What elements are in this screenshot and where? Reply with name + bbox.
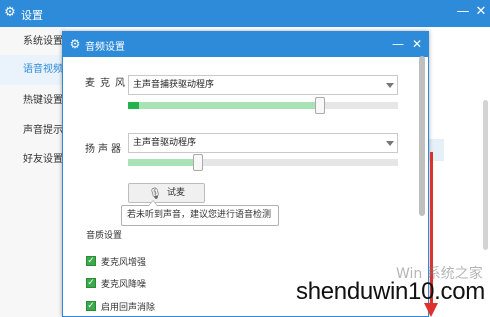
microphone-device-value: 主声音捕获驱动程序 xyxy=(133,80,215,90)
quality-heading: 音质设置 xyxy=(86,231,123,241)
sidebar-item-voice-video[interactable]: 语音视频 xyxy=(0,55,65,85)
audio-settings-dialog: ⚙ 音频设置 — ✕ 麦克风 主声音捕获驱动程序 扬声器 主声音驱动程序 🎙 试… xyxy=(62,31,429,317)
watermark: shenduwin10.com xyxy=(296,278,485,305)
microphone-level-indicator xyxy=(128,102,139,109)
microphone-volume-knob[interactable] xyxy=(314,97,325,114)
dialog-title: 音频设置 xyxy=(85,42,125,53)
sidebar-item-hotkeys[interactable]: 热键设置 xyxy=(0,86,65,116)
sidebar-item-system[interactable]: 系统设置 xyxy=(0,27,65,57)
check-icon[interactable]: ✓ xyxy=(86,256,96,266)
test-microphone-label: 试麦 xyxy=(167,188,186,198)
settings-titlebar: ⚙ 设置 — ✕ xyxy=(0,0,490,27)
check-icon[interactable]: ✓ xyxy=(86,278,96,288)
gear-icon: ⚙ xyxy=(69,37,81,51)
microphone-volume-slider[interactable] xyxy=(128,97,398,114)
checkbox-mic-noise-reduction[interactable]: ✓ 麦克风降噪 xyxy=(86,275,146,291)
checkbox-label: 麦克风降噪 xyxy=(101,279,147,290)
sidebar-item-sound-alerts[interactable]: 声音提示 xyxy=(0,116,65,146)
voice-check-tooltip: 若未听到声音，建议您进行语音检测 xyxy=(121,200,279,226)
settings-sidebar: 系统设置 语音视频 热键设置 声音提示 好友设置 xyxy=(0,27,65,317)
test-microphone-button[interactable]: 🎙 试麦 xyxy=(128,183,205,203)
checkbox-label: 麦克风增强 xyxy=(101,257,147,268)
speaker-device-value: 主声音驱动程序 xyxy=(133,138,197,148)
chevron-down-icon xyxy=(386,141,394,146)
settings-scrollbar[interactable] xyxy=(483,100,488,250)
tooltip-pointer-inner xyxy=(149,201,157,206)
dialog-close-icon[interactable]: ✕ xyxy=(409,35,425,53)
dialog-scrollbar[interactable] xyxy=(419,56,425,216)
checkbox-echo-cancel[interactable]: ✓ 启用回声消除 xyxy=(86,298,155,314)
speaker-select[interactable]: 主声音驱动程序 xyxy=(128,133,398,153)
speaker-volume-knob[interactable] xyxy=(193,154,204,171)
speaker-label: 扬声器 xyxy=(85,144,124,155)
speaker-volume-slider[interactable] xyxy=(128,154,398,171)
microphone-select[interactable]: 主声音捕获驱动程序 xyxy=(128,75,398,95)
checkbox-mic-boost[interactable]: ✓ 麦克风增强 xyxy=(86,253,146,269)
sidebar-item-friends[interactable]: 好友设置 xyxy=(0,145,65,175)
check-icon[interactable]: ✓ xyxy=(86,301,96,311)
settings-title: 设置 xyxy=(21,9,43,22)
microphone-volume-fill xyxy=(128,102,320,109)
dialog-minimize-icon[interactable]: — xyxy=(390,35,406,53)
chevron-down-icon xyxy=(386,83,394,88)
checkbox-label: 启用回声消除 xyxy=(101,302,156,313)
gear-icon: ⚙ xyxy=(4,5,16,20)
minimize-icon[interactable]: — xyxy=(455,4,471,20)
speaker-volume-fill xyxy=(128,159,199,166)
tooltip-text: 若未听到声音，建议您进行语音检测 xyxy=(127,210,272,220)
dialog-titlebar: ⚙ 音频设置 — ✕ xyxy=(63,32,428,57)
microphone-label: 麦克风 xyxy=(85,78,130,89)
close-icon[interactable]: ✕ xyxy=(473,4,489,20)
